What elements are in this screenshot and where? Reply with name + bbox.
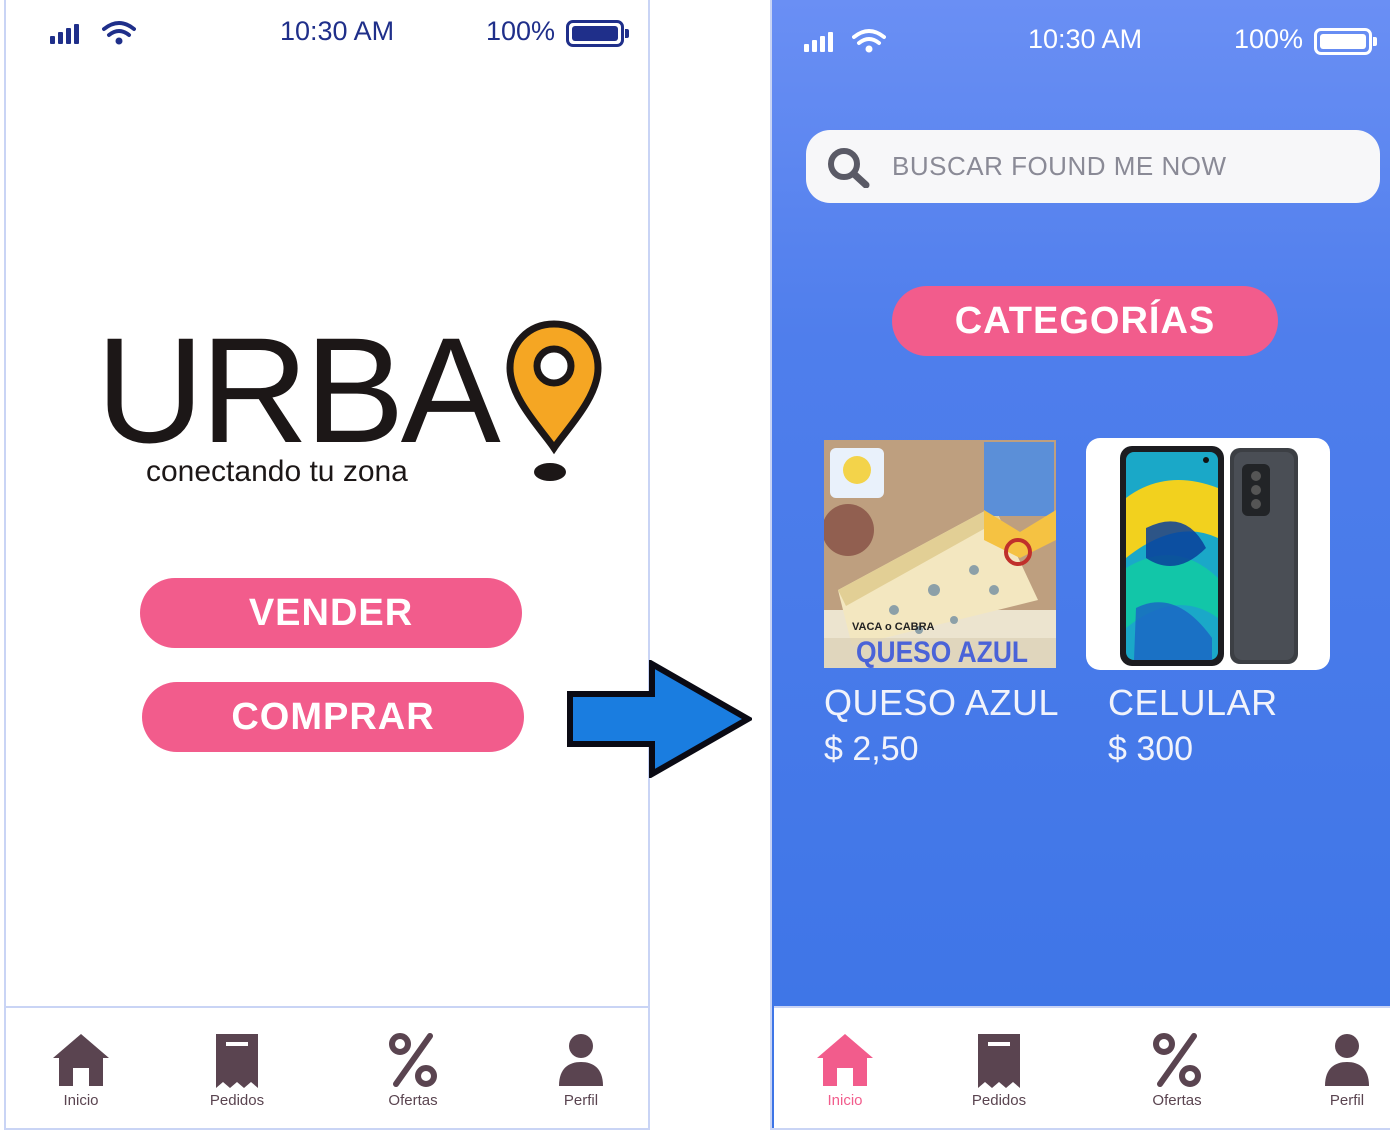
product-card[interactable]: CELULAR $ 300 <box>1086 438 1332 780</box>
tab-label: Perfil <box>563 1092 599 1109</box>
logo-tagline: conectando tu zona <box>146 455 408 488</box>
battery-percent: 100% <box>1234 24 1304 54</box>
status-bar: 10:30 AM 100% <box>772 22 1390 62</box>
product-price: $ 2,50 <box>824 730 919 768</box>
sell-button[interactable]: VENDER <box>140 578 522 648</box>
status-time: 10:30 AM <box>1028 24 1143 54</box>
tab-perfil[interactable]: Perfil <box>1292 1032 1390 1122</box>
flow-arrow-icon <box>567 660 752 778</box>
tab-pedidos[interactable]: Pedidos <box>944 1032 1054 1122</box>
search-bar[interactable] <box>806 130 1380 203</box>
receipt-icon <box>978 1034 1020 1088</box>
tab-label: Perfil <box>1329 1092 1365 1109</box>
product-name: CELULAR <box>1108 682 1278 723</box>
tab-perfil[interactable]: Perfil <box>526 1032 636 1122</box>
battery-icon <box>1314 28 1377 55</box>
home-icon <box>817 1034 873 1086</box>
product-price: $ 300 <box>1108 730 1194 768</box>
tab-label: Ofertas <box>1152 1092 1202 1109</box>
tab-label: Inicio <box>63 1092 99 1109</box>
urba-logo: URBA conectando tu zona <box>96 310 616 500</box>
signal-icon <box>50 24 79 44</box>
tab-label: Pedidos <box>209 1092 265 1109</box>
user-icon <box>559 1034 603 1086</box>
battery-percent: 100% <box>486 16 556 46</box>
landing-screen: 10:30 AM 100% URBA conectando tu zona VE… <box>4 0 650 1130</box>
tab-label: Inicio <box>827 1092 863 1109</box>
bottom-tab-bar: Inicio Pedidos Ofertas Perfil <box>6 1006 648 1128</box>
product-card[interactable]: VACA o CABRA QUESO AZUL QUESO AZUL $ 2,5… <box>824 440 1064 780</box>
tab-ofertas[interactable]: Ofertas <box>358 1032 468 1122</box>
status-time: 10:30 AM <box>280 16 395 46</box>
receipt-icon <box>216 1034 258 1088</box>
tab-label: Ofertas <box>388 1092 438 1109</box>
categories-button[interactable]: CATEGORÍAS <box>892 286 1278 356</box>
tab-label: Pedidos <box>971 1092 1027 1109</box>
logo-wordmark: URBA <box>96 306 501 474</box>
catalog-screen: 10:30 AM 100% CATEGORÍAS V <box>770 0 1390 1130</box>
percent-icon <box>1153 1033 1201 1087</box>
battery-icon <box>566 20 629 47</box>
product-image: VACA o CABRA QUESO AZUL <box>824 440 1056 668</box>
buy-button[interactable]: COMPRAR <box>142 682 524 752</box>
location-pin-icon <box>506 320 602 481</box>
wifi-icon <box>102 21 136 45</box>
tab-pedidos[interactable]: Pedidos <box>182 1032 292 1122</box>
image-caption-large: QUESO AZUL <box>856 636 1028 668</box>
tab-inicio[interactable]: Inicio <box>26 1032 136 1122</box>
tab-inicio[interactable]: Inicio <box>790 1032 900 1122</box>
percent-icon <box>389 1033 437 1087</box>
status-bar: 10:30 AM 100% <box>6 12 648 52</box>
image-caption-small: VACA o CABRA <box>852 621 935 633</box>
search-input[interactable] <box>892 146 1362 186</box>
tab-ofertas[interactable]: Ofertas <box>1122 1032 1232 1122</box>
search-icon <box>828 148 870 188</box>
product-image <box>1086 438 1330 670</box>
user-icon <box>1325 1034 1369 1086</box>
bottom-tab-bar: Inicio Pedidos Ofertas Perfil <box>774 1006 1390 1128</box>
home-icon <box>53 1034 109 1086</box>
signal-icon <box>804 32 833 52</box>
product-name: QUESO AZUL <box>824 682 1060 723</box>
wifi-icon <box>852 29 886 53</box>
